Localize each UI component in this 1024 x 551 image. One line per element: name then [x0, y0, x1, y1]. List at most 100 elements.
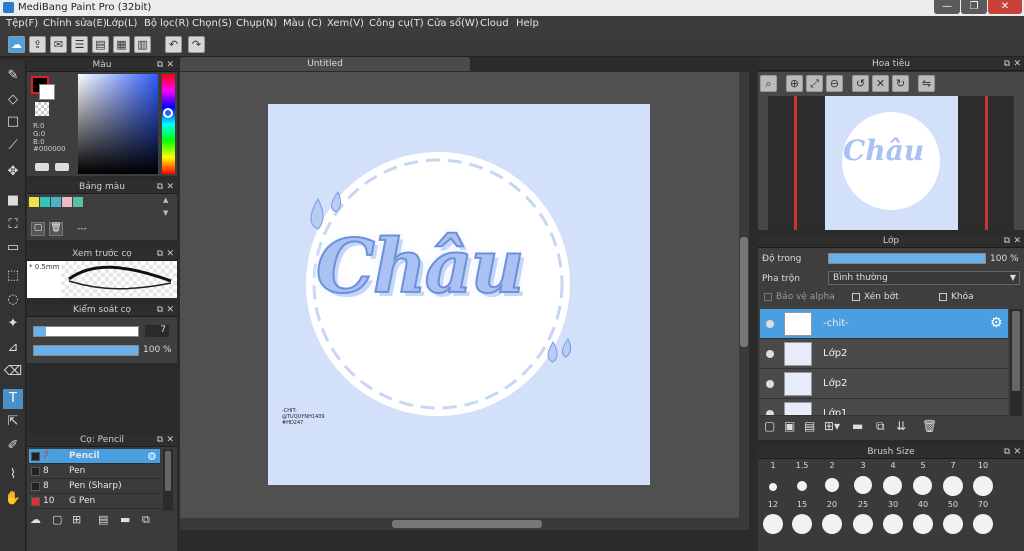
- opacity-slider[interactable]: [33, 345, 139, 356]
- brush-size-dot[interactable]: [883, 476, 902, 495]
- brush-item-pen[interactable]: 8 Pen: [29, 464, 160, 479]
- magic-wand-icon[interactable]: ✦: [3, 314, 23, 334]
- background-color-swatch[interactable]: [39, 84, 55, 100]
- popout-icon[interactable]: ⧉: [157, 434, 163, 447]
- new-brush-icon[interactable]: ▢: [52, 513, 62, 526]
- close-icon[interactable]: ✕: [1013, 235, 1021, 248]
- gear-icon[interactable]: ⚙: [147, 450, 157, 463]
- protect-alpha-checkbox[interactable]: [764, 293, 772, 301]
- layout-icon[interactable]: ▦: [113, 36, 130, 53]
- duplicate-layer-icon[interactable]: ⧉: [876, 419, 885, 434]
- zoom-in-icon[interactable]: ⊕: [786, 75, 803, 92]
- menu-help[interactable]: Help: [516, 18, 539, 29]
- maximize-button[interactable]: ❐: [961, 0, 987, 14]
- brush-list-scrollbar[interactable]: [163, 449, 173, 511]
- brush-size-dot[interactable]: [913, 514, 933, 534]
- clipping-checkbox[interactable]: [852, 293, 860, 301]
- canvas[interactable]: Châu -CHIT- @TUQUYNH1409 #HD247: [268, 104, 650, 485]
- brush-size-dot[interactable]: [822, 514, 842, 534]
- select-pen-icon[interactable]: ⊿: [3, 338, 23, 358]
- undo-icon[interactable]: ↶: [165, 36, 182, 53]
- new-8bit-layer-icon[interactable]: ▤: [804, 419, 815, 433]
- brush-size-dot[interactable]: [973, 476, 993, 496]
- color-option-button[interactable]: [35, 163, 49, 171]
- menu-color[interactable]: Màu (C): [283, 18, 322, 29]
- bucket-tool-icon[interactable]: ⛶: [3, 215, 23, 235]
- layer-row-lop2-a[interactable]: Lớp2: [760, 339, 1008, 369]
- brush-size-dot[interactable]: [943, 476, 963, 496]
- brush-item-pen-sharp[interactable]: 8 Pen (Sharp): [29, 479, 160, 494]
- line-tool-icon[interactable]: ⟋: [3, 136, 23, 156]
- zoom-out-icon[interactable]: ⌕: [760, 75, 777, 92]
- folder-icon[interactable]: ▬: [852, 419, 863, 433]
- brush-size-dot[interactable]: [854, 476, 872, 494]
- hue-slider[interactable]: [162, 74, 175, 174]
- eye-icon[interactable]: [766, 410, 774, 415]
- menu-edit[interactable]: Chỉnh sửa(E): [43, 18, 107, 29]
- brush-tool-icon[interactable]: ✎: [3, 66, 23, 86]
- popout-icon[interactable]: ⧉: [157, 304, 163, 317]
- menu-filter[interactable]: Bộ lọc(R): [144, 18, 189, 29]
- reset-rotate-icon[interactable]: ✕: [872, 75, 889, 92]
- scroll-down-icon[interactable]: ▼: [163, 209, 168, 217]
- rotate-right-icon[interactable]: ↻: [892, 75, 909, 92]
- new-halftone-layer-icon[interactable]: ▣: [784, 419, 795, 433]
- size-slider[interactable]: [33, 326, 139, 337]
- new-layer-icon[interactable]: ▢: [764, 419, 775, 433]
- brush-item-g-pen[interactable]: 10 G Pen: [29, 494, 160, 509]
- cloud-brush-icon[interactable]: ☁: [30, 513, 41, 526]
- menu-layer[interactable]: Lớp(L): [106, 18, 137, 29]
- gradient-tool-icon[interactable]: ▭: [3, 238, 23, 258]
- popout-icon[interactable]: ⧉: [157, 248, 163, 261]
- grid-icon[interactable]: ▥: [134, 36, 151, 53]
- rotate-left-icon[interactable]: ↺: [852, 75, 869, 92]
- eyedropper-tool-icon[interactable]: ⌇: [3, 465, 23, 485]
- text-tool-icon[interactable]: T: [3, 389, 23, 409]
- navigator-preview[interactable]: Châu: [768, 96, 1014, 230]
- menu-view[interactable]: Xem(V): [327, 18, 364, 29]
- palette-swatch[interactable]: [73, 197, 83, 207]
- dropper-tool-icon[interactable]: ✐: [3, 436, 23, 456]
- palette-swatch[interactable]: [40, 197, 50, 207]
- popout-icon[interactable]: ⧉: [1004, 235, 1010, 248]
- popout-icon[interactable]: ⧉: [157, 181, 163, 194]
- close-icon[interactable]: ✕: [166, 181, 174, 194]
- brush-size-dot[interactable]: [769, 483, 777, 491]
- cloud-icon[interactable]: ☁: [8, 36, 25, 53]
- close-icon[interactable]: ✕: [1013, 446, 1021, 459]
- brush-size-dot[interactable]: [853, 514, 873, 534]
- trash-icon[interactable]: 🗑: [922, 419, 937, 433]
- brush-size-dot[interactable]: [792, 514, 812, 534]
- hue-handle[interactable]: [163, 108, 173, 118]
- lasso-tool-icon[interactable]: ◌: [3, 290, 23, 310]
- vertical-scrollbar[interactable]: [739, 72, 749, 520]
- move-tool-icon[interactable]: ✥: [3, 162, 23, 182]
- close-icon[interactable]: ✕: [166, 434, 174, 447]
- zoom-icon[interactable]: ⊖: [826, 75, 843, 92]
- fit-screen-icon[interactable]: ⤢: [806, 75, 823, 92]
- brush-settings-icon[interactable]: ▤: [98, 513, 108, 526]
- brush-size-dot[interactable]: [943, 514, 963, 534]
- layer-scrollbar[interactable]: [1010, 309, 1022, 416]
- scroll-up-icon[interactable]: ▲: [163, 196, 168, 204]
- saturation-value-picker[interactable]: [78, 74, 158, 174]
- transparent-swatch[interactable]: [35, 102, 49, 116]
- eraser-tool-icon[interactable]: ◇: [3, 90, 23, 110]
- eye-icon[interactable]: [766, 380, 774, 388]
- list-icon[interactable]: ☰: [71, 36, 88, 53]
- select-eraser-icon[interactable]: ⌫: [3, 362, 23, 382]
- popout-icon[interactable]: ⧉: [1004, 58, 1010, 71]
- close-icon[interactable]: ✕: [166, 59, 174, 72]
- palette-swatch[interactable]: [29, 197, 39, 207]
- fill-rect-tool-icon[interactable]: ■: [3, 191, 23, 211]
- document-tab[interactable]: Untitled: [180, 57, 470, 71]
- brush-size-dot[interactable]: [973, 514, 993, 534]
- upload-icon[interactable]: ⇪: [29, 36, 46, 53]
- brush-item-pencil[interactable]: 7 Pencil ⚙: [29, 449, 160, 464]
- close-icon[interactable]: ✕: [166, 304, 174, 317]
- canvas-area[interactable]: Châu -CHIT- @TUQUYNH1409 #HD247: [180, 72, 749, 520]
- menu-window[interactable]: Cửa sổ(W): [427, 18, 479, 29]
- shape-tool-icon[interactable]: □: [3, 112, 23, 132]
- select-rect-icon[interactable]: ⬚: [3, 266, 23, 286]
- brush-size-dot[interactable]: [913, 476, 932, 495]
